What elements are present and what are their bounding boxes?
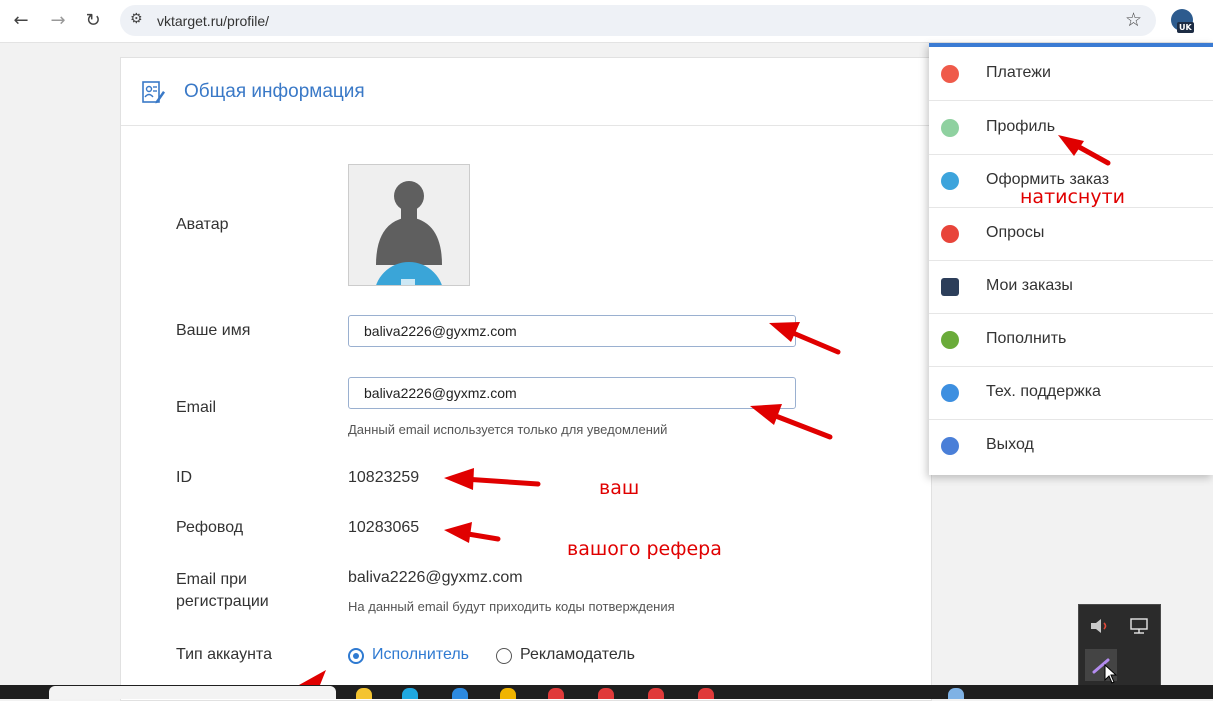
annotation-arrows (290, 135, 1111, 690)
taskbar-folder-icon[interactable] (500, 688, 516, 699)
taskbar (0, 685, 1213, 699)
taskbar-app-icon[interactable] (698, 688, 714, 699)
arrow-to-email (750, 404, 833, 440)
network-icon[interactable] (1129, 617, 1151, 635)
taskbar-search-box[interactable] (49, 686, 336, 699)
arrow-to-id (444, 468, 541, 490)
taskbar-app-icon[interactable] (648, 688, 664, 699)
system-tray-popup (1078, 604, 1161, 687)
taskbar-app-icon[interactable] (452, 688, 468, 699)
taskbar-app-icon[interactable] (598, 688, 614, 699)
speaker-icon[interactable] (1089, 617, 1111, 635)
mouse-cursor-icon (1104, 664, 1118, 684)
arrow-to-profile (1058, 135, 1111, 166)
arrow-to-name (769, 322, 841, 355)
taskbar-app-icon[interactable] (948, 688, 964, 699)
taskbar-app-icon[interactable] (548, 688, 564, 699)
taskbar-app-icon[interactable] (402, 688, 418, 699)
taskbar-app-icon[interactable] (356, 688, 372, 699)
arrow-to-referrer (444, 522, 501, 543)
